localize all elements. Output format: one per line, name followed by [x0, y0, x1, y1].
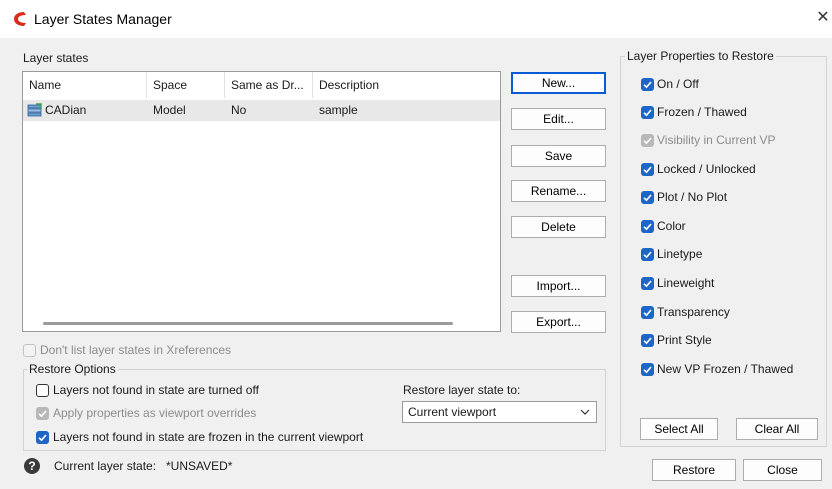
turned-off-checkbox[interactable] [36, 384, 49, 397]
help-icon[interactable]: ? [24, 458, 40, 474]
property-checkbox[interactable] [641, 191, 654, 204]
restore-options-title: Restore Options [27, 362, 118, 376]
row-description: sample [319, 103, 358, 117]
restore-button[interactable]: Restore [652, 459, 736, 481]
property-checkbox[interactable] [641, 306, 654, 319]
viewport-overrides-label: Apply properties as viewport overrides [53, 406, 257, 420]
column-header-same-as-drawing[interactable]: Same as Dr... [225, 72, 313, 98]
check-icon [643, 194, 652, 202]
check-icon [643, 137, 652, 145]
property-label: Locked / Unlocked [657, 162, 756, 176]
restore-to-select[interactable]: Current viewport [402, 401, 597, 423]
layer-states-label: Layer states [23, 51, 89, 65]
properties-title: Layer Properties to Restore [625, 49, 776, 63]
property-checkbox[interactable] [641, 363, 654, 376]
property-label: Visibility in Current VP [657, 133, 776, 147]
close-window-icon[interactable]: ✕ [814, 9, 832, 27]
check-icon [38, 434, 47, 442]
property-checkbox[interactable] [641, 220, 654, 233]
new-button[interactable]: New... [511, 72, 606, 94]
export-button[interactable]: Export... [511, 311, 606, 333]
property-checkbox[interactable] [641, 78, 654, 91]
property-label: Color [657, 219, 686, 233]
viewport-overrides-checkbox[interactable] [36, 407, 49, 420]
property-label: New VP Frozen / Thawed [657, 362, 794, 376]
save-button[interactable]: Save [511, 145, 606, 167]
frozen-in-viewport-checkbox[interactable] [36, 431, 49, 444]
xref-option-label: Don't list layer states in Xreferences [40, 343, 232, 357]
property-checkbox[interactable] [641, 334, 654, 347]
property-label: Lineweight [657, 276, 715, 290]
row-name: CADian [45, 103, 87, 117]
check-icon [38, 410, 47, 418]
check-icon [643, 366, 652, 374]
select-all-button[interactable]: Select All [640, 418, 718, 440]
rename-button[interactable]: Rename... [511, 180, 606, 202]
import-button[interactable]: Import... [511, 275, 606, 297]
edit-button[interactable]: Edit... [511, 108, 606, 130]
property-label: Plot / No Plot [657, 190, 728, 204]
column-header-space[interactable]: Space [147, 72, 225, 98]
delete-button[interactable]: Delete [511, 216, 606, 238]
row-same-as-drawing: No [231, 103, 247, 117]
check-icon [643, 81, 652, 89]
current-state-label: Current layer state: [54, 459, 157, 473]
check-icon [643, 166, 652, 174]
property-label: Print Style [657, 333, 712, 347]
property-checkbox[interactable] [641, 163, 654, 176]
check-icon [643, 280, 652, 288]
check-icon [643, 309, 652, 317]
current-state-value: *UNSAVED* [166, 459, 233, 473]
property-label: Linetype [657, 247, 703, 261]
check-icon [643, 109, 652, 117]
restore-to-label: Restore layer state to: [403, 383, 521, 397]
property-label: On / Off [657, 77, 699, 91]
property-label: Transparency [657, 305, 730, 319]
turned-off-label: Layers not found in state are turned off [53, 383, 259, 397]
check-icon [643, 337, 652, 345]
property-checkbox[interactable] [641, 134, 654, 147]
window-title: Layer States Manager [34, 11, 172, 27]
clear-all-button[interactable]: Clear All [736, 418, 818, 440]
check-icon [643, 223, 652, 231]
list-header: Name Space Same as Dr... Description [23, 72, 500, 98]
column-header-name[interactable]: Name [23, 72, 147, 98]
horizontal-scrollbar[interactable] [43, 322, 453, 325]
property-label: Frozen / Thawed [657, 105, 747, 119]
row-space: Model [153, 103, 186, 117]
restore-to-value: Current viewport [408, 405, 497, 419]
property-checkbox[interactable] [641, 248, 654, 261]
property-checkbox[interactable] [641, 106, 654, 119]
column-header-description[interactable]: Description [313, 72, 499, 98]
title-bar: Layer States Manager ✕ [0, 0, 832, 38]
property-checkbox[interactable] [641, 277, 654, 290]
chevron-down-icon [580, 409, 590, 415]
app-logo-icon [14, 12, 26, 26]
check-icon [643, 251, 652, 259]
frozen-in-viewport-label: Layers not found in state are frozen in … [53, 430, 364, 444]
table-row[interactable]: CADian Model No sample [23, 100, 500, 121]
close-button[interactable]: Close [743, 459, 822, 481]
layer-states-list[interactable]: Name Space Same as Dr... Description CAD… [22, 71, 501, 332]
xref-checkbox[interactable] [23, 344, 36, 357]
